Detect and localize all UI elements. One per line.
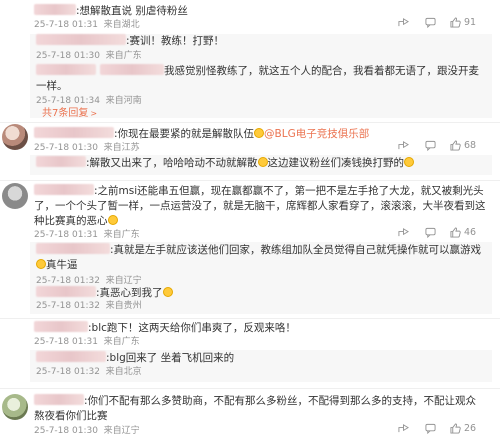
username-redacted[interactable] <box>34 127 114 138</box>
reply-1-2-meta: 25-7-18 01:34 来自河南 <box>36 96 142 106</box>
emoji-icon <box>257 157 268 167</box>
chevron-right-icon: > <box>90 109 98 118</box>
comment-5-meta: 25-7-18 01:30 来自辽宁 <box>34 426 140 436</box>
redacted-mention <box>100 64 164 75</box>
expand-replies-link[interactable]: 共7条回复 > <box>42 108 97 120</box>
emoji-icon <box>404 157 415 167</box>
avatar[interactable] <box>2 124 28 150</box>
divider <box>0 180 500 181</box>
thumbs-up-icon <box>450 423 461 434</box>
thumbs-up-icon <box>450 140 461 151</box>
reply-3-2-text: :真恶心到我了 <box>36 286 173 301</box>
like-count: 68 <box>464 140 477 151</box>
username-redacted[interactable] <box>34 321 88 332</box>
divider <box>0 318 500 319</box>
share-icon[interactable] <box>398 140 409 151</box>
reply-1-2-text: 我感觉别怪教练了，就这五个人的配合，我看着都无语了，跟没开麦一样。 <box>36 64 479 92</box>
comment-2-meta: 25-7-18 01:30 来自江苏 <box>34 143 140 153</box>
comment-3-actions: 46 <box>398 227 476 238</box>
emoji-icon <box>254 128 265 138</box>
comment-2-actions: 68 <box>398 140 476 151</box>
comment-icon[interactable] <box>425 17 436 28</box>
comment-5-text: :你们不配有那么多赞助商，不配有那么多粉丝，不配得到那么多的支持，不配让观众熬夜… <box>34 394 477 422</box>
reply-3-1-text: :真就是左手就应该送他们回家，教练组加队全员觉得自己就凭操作就可以赢游戏真牛逼 <box>36 243 486 273</box>
comment-4-text: :blc跑下！这两天给你们串爽了，反观来咯！ <box>34 321 296 336</box>
like-button[interactable]: 91 <box>450 17 476 28</box>
like-count: 91 <box>464 17 477 28</box>
reply-4-1-text: :blg回来了 坐着飞机回来的 <box>36 351 234 366</box>
comment-1-meta: 25-7-18 01:31 来自湖北 <box>34 20 140 30</box>
comment-4-meta: 25-7-18 01:31 来自广东 <box>34 337 140 347</box>
share-icon[interactable] <box>398 17 409 28</box>
comment-icon[interactable] <box>425 423 436 434</box>
like-count: 26 <box>464 423 477 434</box>
like-count: 46 <box>464 227 477 238</box>
comment-1-actions: 91 <box>398 17 476 28</box>
emoji-icon <box>107 215 118 225</box>
comment-3-text: :之前msi还能串五但赢，现在赢都赢不了，第一把不是左手抢了大龙，就又被剩光头了… <box>34 184 486 227</box>
avatar[interactable] <box>2 183 28 209</box>
avatar[interactable] <box>2 394 28 420</box>
username-redacted[interactable] <box>34 394 84 405</box>
emoji-icon <box>36 259 46 269</box>
reply-4-1-meta: 25-7-18 01:32 来自北京 <box>36 367 142 377</box>
like-button[interactable]: 68 <box>450 140 476 151</box>
thumbs-up-icon <box>450 227 461 238</box>
username-redacted[interactable] <box>36 64 96 75</box>
username-redacted[interactable] <box>34 4 76 15</box>
username-redacted[interactable] <box>36 351 106 362</box>
username-redacted[interactable] <box>34 184 94 195</box>
comment-icon[interactable] <box>425 227 436 238</box>
comment-3-meta: 25-7-18 01:31 来自广东 <box>34 230 140 240</box>
share-icon[interactable] <box>398 227 409 238</box>
thumbs-up-icon <box>450 17 461 28</box>
share-icon[interactable] <box>398 423 409 434</box>
username-redacted[interactable] <box>36 286 96 297</box>
divider <box>0 388 500 389</box>
reply-3-2-meta: 25-7-18 01:32 来自贵州 <box>36 301 142 311</box>
divider <box>0 122 500 123</box>
reply-1-1-meta: 25-7-18 01:30 来自广东 <box>36 51 142 61</box>
username-redacted[interactable] <box>36 243 110 254</box>
comment-icon[interactable] <box>425 140 436 151</box>
comment-5-actions: 26 <box>398 423 476 434</box>
username-redacted[interactable] <box>36 156 86 167</box>
like-button[interactable]: 46 <box>450 227 476 238</box>
mention-link[interactable]: @BLG电子竞技俱乐部 <box>264 128 369 140</box>
username-redacted[interactable] <box>36 34 126 45</box>
reply-1-1-text: :赛训！教练！打野！ <box>36 34 224 49</box>
reply-2-1-text: :解散又出来了，哈哈哈动不动就解散 这边建议粉丝们凑钱换打野的 <box>36 156 486 171</box>
like-button[interactable]: 26 <box>450 423 476 434</box>
emoji-icon <box>162 287 173 297</box>
